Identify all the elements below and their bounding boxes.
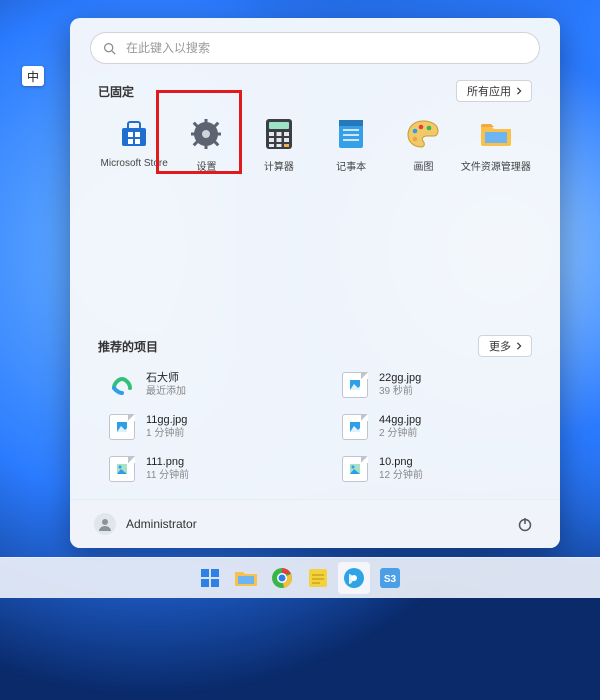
taskbar-explorer-button[interactable]	[230, 562, 262, 594]
app-label: 记事本	[336, 158, 366, 173]
reco-sub: 39 秒前	[379, 386, 421, 398]
jpg-file-icon	[341, 413, 369, 441]
more-button[interactable]: 更多	[478, 335, 532, 357]
sticky-notes-icon	[307, 567, 329, 589]
reco-sub: 12 分钟前	[379, 470, 423, 482]
search-icon	[103, 42, 116, 55]
calculator-icon	[261, 116, 297, 152]
png-file-icon	[108, 455, 136, 483]
app-label: 计算器	[264, 158, 294, 173]
app-tile-msstore[interactable]: Microsoft Store	[99, 110, 169, 173]
taskbar-browser2-button[interactable]	[338, 562, 370, 594]
s3-app-icon: S3	[379, 567, 401, 589]
reco-item-file[interactable]: 10.png 12 分钟前	[339, 453, 532, 485]
reco-item-file[interactable]: 44gg.jpg 2 分钟前	[339, 411, 532, 443]
taskbar-s3-button[interactable]: S3	[374, 562, 406, 594]
pinned-grid: Microsoft Store 设置	[98, 110, 532, 173]
folder-icon	[478, 116, 514, 152]
svg-text:S3: S3	[384, 574, 397, 585]
reco-item-app[interactable]: 石大师 最近添加	[106, 369, 299, 401]
png-file-icon	[341, 455, 369, 483]
pinned-section: 已固定 所有应用 Microsoft Store	[70, 70, 560, 173]
app-tile-settings[interactable]: 设置	[171, 110, 241, 173]
pinned-title: 已固定	[98, 83, 134, 100]
recommended-title: 推荐的项目	[98, 338, 158, 355]
windows-logo-icon	[199, 567, 221, 589]
taskbar-chrome-button[interactable]	[266, 562, 298, 594]
browser-globe-icon	[343, 567, 365, 589]
power-icon	[517, 516, 533, 532]
app-tile-paint[interactable]: 画图	[388, 110, 458, 173]
start-menu-spacer	[70, 173, 560, 325]
app-tile-explorer[interactable]: 文件资源管理器	[461, 110, 531, 173]
app-tile-notepad[interactable]: 记事本	[316, 110, 386, 173]
search-input[interactable]	[124, 40, 527, 56]
recommended-section: 推荐的项目 更多 石大师 最近添加	[70, 325, 560, 499]
chevron-right-icon	[515, 342, 523, 350]
chevron-right-icon	[515, 87, 523, 95]
reco-name: 22gg.jpg	[379, 372, 421, 385]
reco-sub: 最近添加	[146, 386, 186, 398]
reco-name: 10.png	[379, 456, 423, 469]
all-apps-label: 所有应用	[467, 83, 511, 99]
app-thumb-icon	[108, 371, 136, 399]
recommended-list: 石大师 最近添加 22gg.jpg 39 秒前	[98, 365, 532, 485]
reco-item-file[interactable]: 11gg.jpg 1 分钟前	[106, 411, 299, 443]
reco-name: 11gg.jpg	[146, 414, 187, 427]
folder-icon	[234, 568, 258, 588]
reco-sub: 2 分钟前	[379, 428, 421, 440]
search-row	[70, 18, 560, 70]
notepad-icon	[333, 116, 369, 152]
user-account-button[interactable]: Administrator	[94, 513, 197, 535]
ime-indicator[interactable]: 中	[22, 66, 44, 86]
app-label: 文件资源管理器	[461, 158, 531, 173]
all-apps-button[interactable]: 所有应用	[456, 80, 532, 102]
app-label: 画图	[413, 158, 433, 173]
paint-icon	[405, 116, 441, 152]
start-menu-footer: Administrator	[70, 499, 560, 548]
user-avatar-icon	[94, 513, 116, 535]
user-name-label: Administrator	[126, 517, 197, 531]
reco-name: 44gg.jpg	[379, 414, 421, 427]
chrome-icon	[271, 567, 293, 589]
power-button[interactable]	[514, 513, 536, 535]
jpg-file-icon	[341, 371, 369, 399]
msstore-icon	[116, 116, 152, 152]
reco-name: 111.png	[146, 456, 189, 469]
reco-item-file[interactable]: 111.png 11 分钟前	[106, 453, 299, 485]
reco-sub: 11 分钟前	[146, 470, 189, 482]
taskbar: S3	[0, 557, 600, 598]
jpg-file-icon	[108, 413, 136, 441]
reco-name: 石大师	[146, 372, 186, 385]
more-label: 更多	[489, 338, 511, 354]
ime-indicator-label: 中	[27, 68, 39, 85]
app-label: Microsoft Store	[101, 158, 168, 169]
reco-sub: 1 分钟前	[146, 428, 187, 440]
start-menu: 已固定 所有应用 Microsoft Store	[70, 18, 560, 548]
taskbar-notes-button[interactable]	[302, 562, 334, 594]
taskbar-start-button[interactable]	[194, 562, 226, 594]
app-tile-calculator[interactable]: 计算器	[244, 110, 314, 173]
search-box[interactable]	[90, 32, 540, 64]
reco-item-file[interactable]: 22gg.jpg 39 秒前	[339, 369, 532, 401]
settings-icon	[188, 116, 224, 152]
app-label: 设置	[196, 158, 216, 173]
